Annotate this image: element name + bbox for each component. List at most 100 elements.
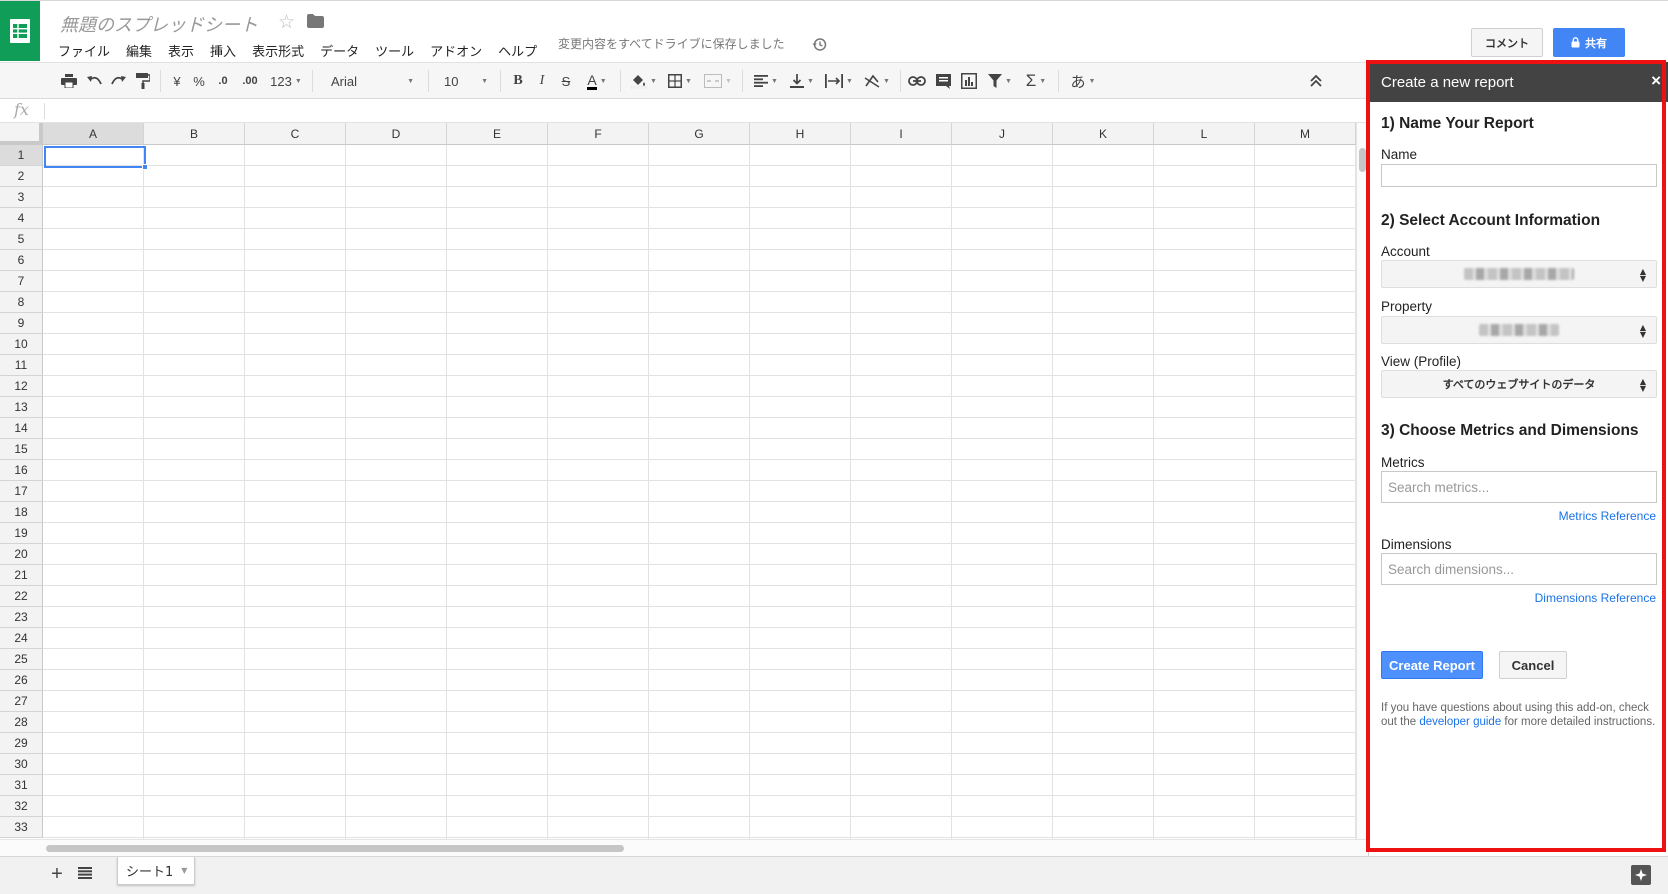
text-rotation-button[interactable]: ▼ — [860, 63, 894, 99]
merge-cells-button[interactable]: ▼ — [700, 63, 736, 99]
report-name-input[interactable] — [1381, 164, 1657, 187]
create-report-button[interactable]: Create Report — [1381, 651, 1483, 679]
filter-button[interactable]: ▼ — [983, 63, 1017, 99]
metrics-reference-link[interactable]: Metrics Reference — [1559, 509, 1656, 523]
menu-edit[interactable]: 編集 — [126, 41, 152, 60]
row-header-30[interactable]: 30 — [0, 754, 43, 775]
star-icon[interactable]: ☆ — [278, 11, 295, 34]
row-header-28[interactable]: 28 — [0, 712, 43, 733]
all-sheets-list-icon[interactable] — [78, 866, 92, 884]
cell-area[interactable] — [43, 145, 1356, 839]
row-header-18[interactable]: 18 — [0, 502, 43, 523]
close-icon[interactable]: × — [1651, 71, 1661, 91]
collapse-menu-icon[interactable] — [1304, 63, 1328, 99]
folder-icon[interactable] — [307, 14, 324, 33]
developer-guide-link[interactable]: developer guide — [1419, 716, 1501, 728]
row-header-21[interactable]: 21 — [0, 565, 43, 586]
increase-decimal-button[interactable]: .00 — [238, 63, 262, 99]
row-header-11[interactable]: 11 — [0, 355, 43, 376]
column-header-e[interactable]: E — [447, 123, 548, 145]
row-header-22[interactable]: 22 — [0, 586, 43, 607]
menu-file[interactable]: ファイル — [58, 41, 110, 60]
insert-chart-icon[interactable] — [958, 63, 980, 99]
functions-button[interactable]: Σ ▼ — [1020, 63, 1052, 99]
more-formats-dropdown[interactable]: 123 ▼ — [266, 63, 306, 99]
save-status[interactable]: 変更内容をすべてドライブに保存しました — [558, 35, 785, 52]
row-header-5[interactable]: 5 — [0, 229, 43, 250]
menu-tools[interactable]: ツール — [375, 41, 414, 60]
column-header-d[interactable]: D — [346, 123, 447, 145]
row-header-8[interactable]: 8 — [0, 292, 43, 313]
vertical-align-button[interactable]: ▼ — [786, 63, 818, 99]
row-header-32[interactable]: 32 — [0, 796, 43, 817]
row-header-12[interactable]: 12 — [0, 376, 43, 397]
horizontal-scrollbar[interactable] — [0, 839, 1368, 856]
dimensions-search-input[interactable]: Search dimensions... — [1381, 553, 1657, 585]
percent-format-button[interactable]: % — [190, 63, 208, 99]
row-header-27[interactable]: 27 — [0, 691, 43, 712]
column-header-a[interactable]: A — [43, 123, 144, 145]
input-tools-button[interactable]: あ ▼ — [1066, 63, 1100, 99]
menu-format[interactable]: 表示形式 — [252, 41, 304, 60]
redo-icon[interactable] — [107, 63, 129, 99]
borders-button[interactable]: ▼ — [664, 63, 696, 99]
fill-color-button[interactable]: ▼ — [628, 63, 660, 99]
menu-data[interactable]: データ — [320, 41, 359, 60]
row-header-31[interactable]: 31 — [0, 775, 43, 796]
row-header-4[interactable]: 4 — [0, 208, 43, 229]
decrease-decimal-button[interactable]: .0 — [212, 63, 234, 99]
row-header-15[interactable]: 15 — [0, 439, 43, 460]
property-select[interactable]: ▲ ▼ — [1381, 316, 1657, 344]
vertical-scrollbar[interactable] — [1356, 123, 1368, 839]
cancel-button[interactable]: Cancel — [1499, 651, 1567, 679]
currency-format-button[interactable]: ¥ — [168, 63, 186, 99]
column-header-k[interactable]: K — [1053, 123, 1154, 145]
comment-button[interactable]: コメント — [1471, 28, 1543, 57]
select-all-corner[interactable] — [0, 123, 43, 145]
menu-view[interactable]: 表示 — [168, 41, 194, 60]
horizontal-scrollbar-thumb[interactable] — [46, 845, 624, 852]
row-header-16[interactable]: 16 — [0, 460, 43, 481]
row-header-3[interactable]: 3 — [0, 187, 43, 208]
revision-history-icon[interactable] — [812, 37, 827, 57]
row-header-2[interactable]: 2 — [0, 166, 43, 187]
row-header-20[interactable]: 20 — [0, 544, 43, 565]
row-header-19[interactable]: 19 — [0, 523, 43, 544]
metrics-search-input[interactable]: Search metrics... — [1381, 471, 1657, 503]
italic-button[interactable]: I — [532, 63, 552, 99]
column-header-f[interactable]: F — [548, 123, 649, 145]
text-color-button[interactable]: A ▼ — [581, 63, 613, 99]
strikethrough-button[interactable]: S — [556, 63, 576, 99]
document-title[interactable]: 無題のスプレッドシート — [60, 11, 258, 37]
column-header-i[interactable]: I — [851, 123, 952, 145]
fill-handle[interactable] — [142, 164, 148, 170]
row-header-1[interactable]: 1 — [0, 145, 43, 166]
sheets-logo-icon[interactable] — [0, 1, 40, 61]
paint-format-icon[interactable] — [132, 63, 154, 99]
explore-icon[interactable] — [1631, 865, 1651, 885]
row-header-7[interactable]: 7 — [0, 271, 43, 292]
row-header-25[interactable]: 25 — [0, 649, 43, 670]
column-header-m[interactable]: M — [1255, 123, 1356, 145]
row-header-10[interactable]: 10 — [0, 334, 43, 355]
insert-comment-icon[interactable] — [932, 63, 954, 99]
row-header-14[interactable]: 14 — [0, 418, 43, 439]
row-header-29[interactable]: 29 — [0, 733, 43, 754]
column-header-b[interactable]: B — [144, 123, 245, 145]
bold-button[interactable]: B — [508, 63, 528, 99]
menu-help[interactable]: ヘルプ — [498, 41, 537, 60]
row-header-13[interactable]: 13 — [0, 397, 43, 418]
active-cell-a1[interactable] — [44, 146, 146, 168]
column-header-c[interactable]: C — [245, 123, 346, 145]
text-wrap-button[interactable]: ▼ — [822, 63, 856, 99]
row-header-24[interactable]: 24 — [0, 628, 43, 649]
formula-input[interactable] — [50, 102, 1350, 120]
row-header-23[interactable]: 23 — [0, 607, 43, 628]
share-button[interactable]: 共有 — [1553, 28, 1625, 57]
view-select[interactable]: すべてのウェブサイトのデータ ▲ ▼ — [1381, 370, 1657, 398]
account-select[interactable]: ▲ ▼ — [1381, 260, 1657, 288]
font-size-select[interactable]: 10 ▼ — [436, 63, 492, 99]
font-family-select[interactable]: Arial ▼ — [323, 63, 418, 99]
column-header-g[interactable]: G — [649, 123, 750, 145]
undo-icon[interactable] — [83, 63, 105, 99]
